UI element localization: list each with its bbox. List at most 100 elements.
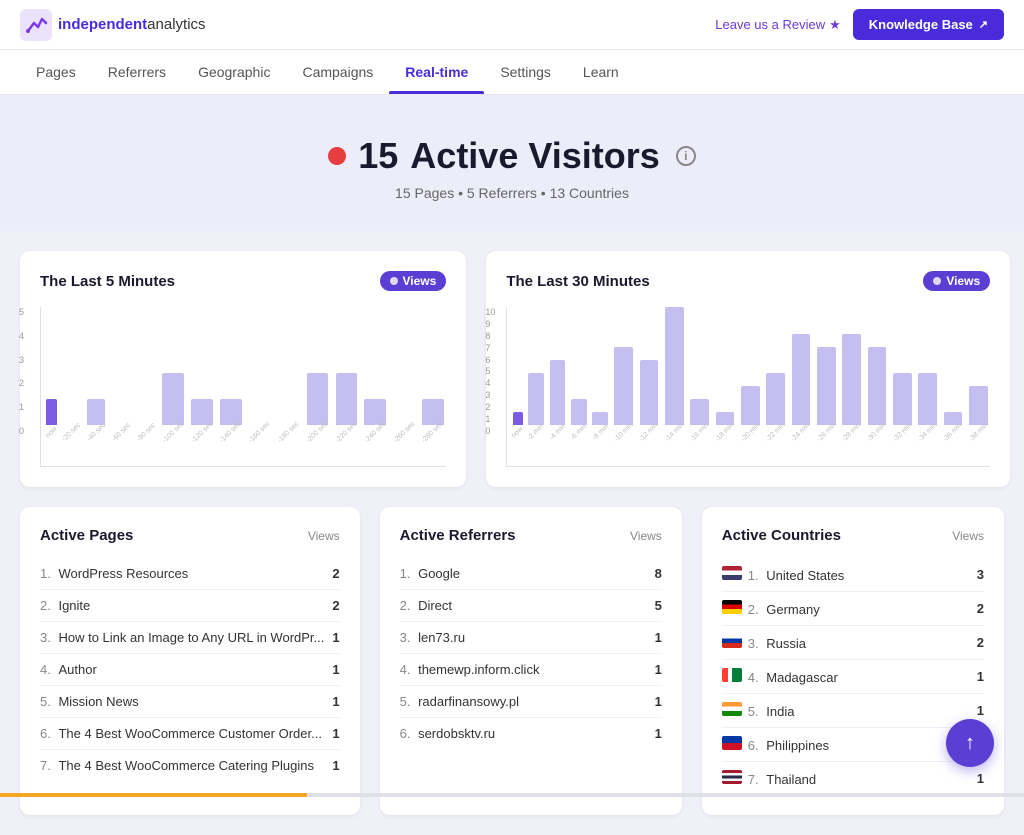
bar xyxy=(792,334,811,425)
bar-item: -280 sec xyxy=(419,307,446,436)
nav-item-referrers[interactable]: Referrers xyxy=(92,50,182,94)
nav-item-real-time[interactable]: Real-time xyxy=(389,50,484,94)
list-item-value: 1 xyxy=(655,662,662,677)
list-item-value: 1 xyxy=(332,726,339,741)
list-item-rank: 6. xyxy=(40,726,54,741)
bar-item: -120 sec xyxy=(189,307,216,436)
logo-icon xyxy=(20,9,52,41)
list-item-rank: 2. xyxy=(400,598,414,613)
bar-item: -38 min xyxy=(967,307,990,436)
list-item-name: 5. Mission News xyxy=(40,694,332,709)
active-countries-card: Active Countries Views 1. United States3… xyxy=(702,507,1004,815)
info-icon[interactable]: i xyxy=(676,146,696,166)
bar-item: -20 min xyxy=(739,307,762,436)
bar-item: -100 sec xyxy=(160,307,187,436)
flag-icon xyxy=(722,736,742,750)
list-item-value: 8 xyxy=(655,566,662,581)
bar-item: -180 sec xyxy=(275,307,302,436)
list-item-name: 1. Google xyxy=(400,566,655,581)
bar-item: -22 min xyxy=(764,307,787,436)
nav-item-settings[interactable]: Settings xyxy=(484,50,567,94)
bar-item: -26 min xyxy=(815,307,838,436)
active-pages-col-header: Views xyxy=(308,529,340,543)
nav-item-pages[interactable]: Pages xyxy=(20,50,92,94)
list-item: 2. Germany2 xyxy=(722,592,984,626)
bar-label: -2 min xyxy=(527,423,546,442)
chart-right-header: The Last 30 Minutes Views xyxy=(506,271,990,291)
list-item: 1. WordPress Resources2 xyxy=(40,558,340,590)
list-item-value: 1 xyxy=(655,694,662,709)
list-item: 5. India1 xyxy=(722,694,984,728)
bar-item: -24 min xyxy=(789,307,812,436)
chart-right-area: 109876543210now-2 min-4 min-6 min-8 min-… xyxy=(506,307,990,467)
bar-item: -32 min xyxy=(891,307,914,436)
logo-light: independent xyxy=(58,16,147,33)
bar-item: -220 sec xyxy=(333,307,360,436)
star-icon: ★ xyxy=(829,17,841,33)
top-bar: independentanalytics Leave us a Review ★… xyxy=(0,0,1024,50)
list-item-name: 7. The 4 Best WooCommerce Catering Plugi… xyxy=(40,758,332,773)
bar xyxy=(571,399,587,425)
list-item-rank: 2. xyxy=(40,598,54,613)
active-title-suffix: Active Visitors xyxy=(410,135,659,177)
knowledge-base-button[interactable]: Knowledge Base ↗ xyxy=(853,9,1004,40)
bar xyxy=(893,373,912,425)
list-item-rank: 7. xyxy=(40,758,54,773)
list-item: 7. Thailand1 xyxy=(722,762,984,795)
bar xyxy=(918,373,937,425)
bar-item: -20 sec xyxy=(60,307,83,436)
list-item-name: 2. Direct xyxy=(400,598,655,613)
bar-item: -36 min xyxy=(941,307,964,436)
bar-item: -80 sec xyxy=(135,307,158,436)
bar-label: now xyxy=(44,425,58,439)
list-item-value: 1 xyxy=(977,669,984,684)
charts-row: The Last 5 Minutes Views 543210now-20 se… xyxy=(20,251,1004,487)
bar xyxy=(640,360,659,425)
list-item-rank: 1. xyxy=(40,566,54,581)
chart-last-5-minutes: The Last 5 Minutes Views 543210now-20 se… xyxy=(20,251,466,487)
bar xyxy=(817,347,836,425)
bar-item: -60 sec xyxy=(110,307,133,436)
nav-item-campaigns[interactable]: Campaigns xyxy=(286,50,389,94)
bar-item: -10 min xyxy=(612,307,635,436)
scroll-to-top-button[interactable]: ↑ xyxy=(946,719,994,767)
leave-review-label: Leave us a Review xyxy=(715,17,825,32)
list-item-name: 4. Madagascar xyxy=(722,668,977,685)
bar xyxy=(162,373,183,425)
active-countries-header: Active Countries Views xyxy=(722,527,984,544)
active-referrers-col-header: Views xyxy=(630,529,662,543)
bar-item: -240 sec xyxy=(362,307,389,436)
bar xyxy=(87,399,105,425)
list-item: 7. The 4 Best WooCommerce Catering Plugi… xyxy=(40,750,340,781)
list-item-name: 6. The 4 Best WooCommerce Customer Order… xyxy=(40,726,332,741)
chart-right-badge: Views xyxy=(923,271,990,291)
nav-item-geographic[interactable]: Geographic xyxy=(182,50,286,94)
list-item-value: 2 xyxy=(977,601,984,616)
active-dot xyxy=(328,147,346,165)
list-item: 1. Google8 xyxy=(400,558,662,590)
list-item: 6. Philippines1 xyxy=(722,728,984,762)
list-item-rank: 6. xyxy=(400,726,414,741)
main-content: The Last 5 Minutes Views 543210now-20 se… xyxy=(0,231,1024,835)
logo: independentanalytics xyxy=(20,9,206,41)
bar xyxy=(307,373,328,425)
nav-item-learn[interactable]: Learn xyxy=(567,50,635,94)
bar xyxy=(969,386,988,425)
list-item-rank: 1. xyxy=(748,568,762,583)
active-referrers-list: 1. Google82. Direct53. len73.ru14. theme… xyxy=(400,558,662,749)
leave-review-link[interactable]: Leave us a Review ★ xyxy=(715,17,841,33)
bar xyxy=(766,373,785,425)
bar-item: -14 min xyxy=(663,307,686,436)
flag-icon xyxy=(722,668,742,682)
bar-item: -6 min xyxy=(569,307,588,436)
active-countries-col-header: Views xyxy=(952,529,984,543)
chart-right-title: The Last 30 Minutes xyxy=(506,273,649,290)
bar-item: -40 sec xyxy=(85,307,108,436)
list-item: 3. Russia2 xyxy=(722,626,984,660)
chart-left-badge: Views xyxy=(380,271,447,291)
list-item-name: 2. Ignite xyxy=(40,598,332,613)
list-item-value: 5 xyxy=(655,598,662,613)
kb-label: Knowledge Base xyxy=(869,17,973,32)
list-item-value: 2 xyxy=(332,566,339,581)
list-item-name: 3. How to Link an Image to Any URL in Wo… xyxy=(40,630,332,645)
